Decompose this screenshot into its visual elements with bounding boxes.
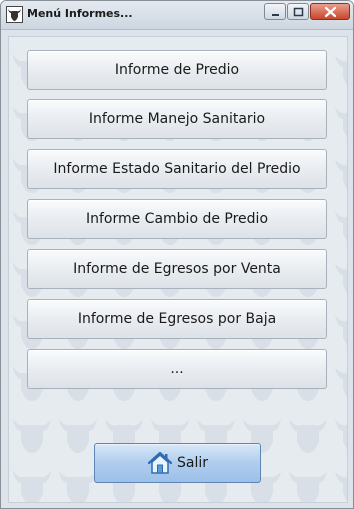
window-title: Menú Informes... <box>27 7 133 20</box>
informe-egresos-baja-button[interactable]: Informe de Egresos por Baja <box>27 299 327 339</box>
informe-estado-sanitario-button[interactable]: Informe Estado Sanitario del Predio <box>27 149 327 189</box>
close-icon <box>324 6 337 18</box>
home-icon <box>147 451 173 474</box>
title-bar[interactable]: Menú Informes... <box>1 1 353 30</box>
more-options-button[interactable]: ... <box>27 349 327 389</box>
maximize-icon <box>293 7 304 17</box>
maximize-button[interactable] <box>287 3 309 20</box>
informe-cambio-predio-button[interactable]: Informe Cambio de Predio <box>27 199 327 239</box>
close-button[interactable] <box>310 3 350 20</box>
minimize-button[interactable] <box>264 3 286 20</box>
exit-button-label: Salir <box>176 455 208 471</box>
menu-panel: Informe de Predio Informe Manejo Sanitar… <box>8 36 348 503</box>
informe-manejo-sanitario-button[interactable]: Informe Manejo Sanitario <box>27 99 327 139</box>
bull-app-icon <box>6 6 23 23</box>
informes-window: Menú Informes... Informe de Predio Infor… <box>0 0 354 509</box>
minimize-icon <box>272 14 279 16</box>
informe-egresos-venta-button[interactable]: Informe de Egresos por Venta <box>27 249 327 289</box>
informe-predio-button[interactable]: Informe de Predio <box>27 50 327 90</box>
exit-button[interactable]: Salir <box>94 443 261 483</box>
